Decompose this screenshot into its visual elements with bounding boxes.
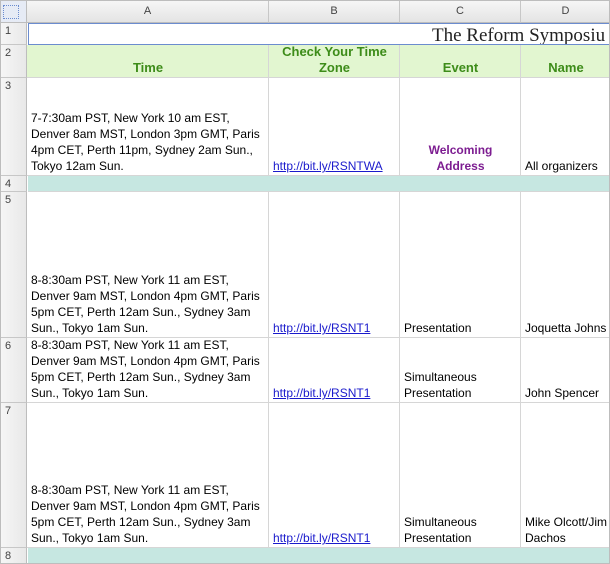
time-text: 8-8:30am PST, New York 11 am EST, Denver… [31, 483, 260, 545]
time-text: 7-7:30am PST, New York 10 am EST, Denver… [31, 111, 260, 173]
column-header-a[interactable]: A [27, 1, 269, 23]
row-header-1[interactable]: 1 [1, 23, 27, 45]
event-text: Welcoming Address [428, 143, 493, 173]
event-text: Simultaneous Presentation [404, 370, 477, 400]
separator-row[interactable] [28, 548, 609, 563]
separator-row[interactable] [28, 176, 609, 192]
link-cell[interactable]: http://bit.ly/RSNT1 [269, 192, 400, 338]
title-cell[interactable]: The Reform Symposiu [28, 23, 609, 45]
name-text: Joquetta Johns [525, 321, 607, 335]
event-cell[interactable]: Welcoming Address [400, 78, 521, 176]
header-cell-time[interactable]: Time [27, 45, 269, 78]
symposium-title: The Reform Symposiu [432, 25, 606, 45]
row-header-7[interactable]: 7 [1, 403, 27, 548]
name-text: Mike Olcott/Jim Dachos [525, 515, 608, 545]
time-cell[interactable]: 8-8:30am PST, New York 11 am EST, Denver… [27, 338, 269, 403]
event-cell[interactable]: Presentation [400, 192, 521, 338]
row-header-6[interactable]: 6 [1, 338, 27, 403]
timezone-link[interactable]: http://bit.ly/RSNT1 [273, 320, 396, 336]
row-header-5[interactable]: 5 [1, 192, 27, 338]
header-check-tz-label: Check Your Time Zone [282, 45, 387, 75]
timezone-link[interactable]: http://bit.ly/RSNT1 [273, 530, 396, 546]
timezone-link[interactable]: http://bit.ly/RSNTWA [273, 158, 396, 174]
column-header-b[interactable]: B [269, 1, 400, 23]
time-text: 8-8:30am PST, New York 11 am EST, Denver… [31, 273, 260, 335]
select-all-icon [3, 5, 19, 19]
name-cell[interactable]: Joquetta Johns [521, 192, 609, 338]
row-header-2[interactable]: 2 [1, 45, 27, 78]
header-event-label: Event [442, 60, 479, 75]
name-cell[interactable]: Mike Olcott/Jim Dachos [521, 403, 609, 548]
row-header-8[interactable]: 8 [1, 548, 27, 563]
select-all-corner[interactable] [1, 1, 27, 23]
event-cell[interactable]: Simultaneous Presentation [400, 338, 521, 403]
header-cell-check-tz[interactable]: Check Your Time Zone [269, 45, 400, 78]
header-cell-event[interactable]: Event [400, 45, 521, 78]
row-header-4[interactable]: 4 [1, 176, 27, 192]
column-header-d[interactable]: D [521, 1, 609, 23]
header-time-label: Time [132, 60, 164, 75]
row-header-3[interactable]: 3 [1, 78, 27, 176]
name-cell[interactable]: John Spencer [521, 338, 609, 403]
time-cell[interactable]: 8-8:30am PST, New York 11 am EST, Denver… [27, 192, 269, 338]
time-text: 8-8:30am PST, New York 11 am EST, Denver… [31, 338, 260, 400]
event-text: Simultaneous Presentation [404, 515, 477, 545]
name-cell[interactable]: All organizers [521, 78, 609, 176]
column-header-c[interactable]: C [400, 1, 521, 23]
link-cell[interactable]: http://bit.ly/RSNTWA [269, 78, 400, 176]
link-cell[interactable]: http://bit.ly/RSNT1 [269, 338, 400, 403]
link-cell[interactable]: http://bit.ly/RSNT1 [269, 403, 400, 548]
spreadsheet-grid: A B C D 1 2 3 4 5 6 7 8 The Reform Sympo… [0, 0, 610, 564]
event-cell[interactable]: Simultaneous Presentation [400, 403, 521, 548]
event-text: Presentation [404, 321, 472, 335]
timezone-link[interactable]: http://bit.ly/RSNT1 [273, 385, 396, 401]
name-text: John Spencer [525, 386, 600, 400]
name-text: All organizers [525, 159, 598, 173]
time-cell[interactable]: 8-8:30am PST, New York 11 am EST, Denver… [27, 403, 269, 548]
time-cell[interactable]: 7-7:30am PST, New York 10 am EST, Denver… [27, 78, 269, 176]
header-name-label: Name [548, 60, 584, 75]
header-cell-name[interactable]: Name [521, 45, 609, 78]
